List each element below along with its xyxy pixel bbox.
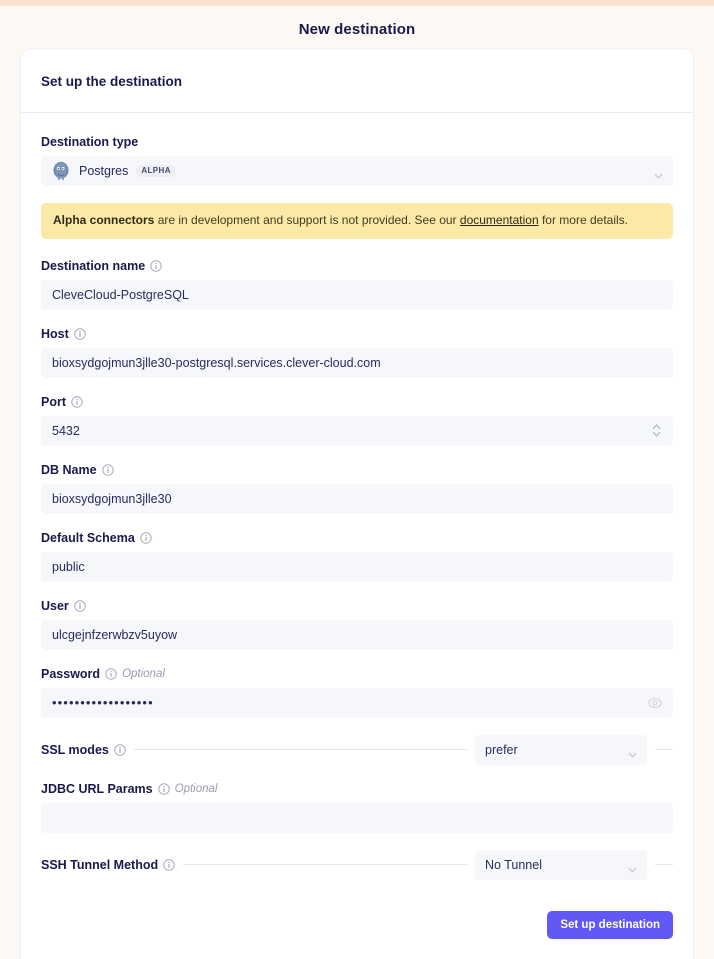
db-name-label-row: DB Name — [41, 463, 673, 477]
chevron-down-icon[interactable] — [654, 168, 663, 179]
ssl-modes-divider-tail — [655, 749, 673, 751]
info-icon[interactable] — [74, 327, 86, 340]
ssl-modes-select-wrap: prefer — [467, 734, 655, 765]
default-schema-input[interactable]: public — [41, 551, 673, 582]
number-stepper-icon[interactable] — [651, 422, 662, 439]
destination-name-label-row: Destination name — [41, 259, 673, 273]
destination-type-label-row: Destination type — [41, 135, 673, 149]
destination-type-field: Destination type Postgres ALPHA — [41, 135, 673, 186]
ssl-modes-selected-label: prefer — [485, 742, 518, 757]
default-schema-label: Default Schema — [41, 530, 135, 545]
jdbc-url-params-label: JDBC URL Params — [41, 781, 153, 796]
db-name-field: DB Name bioxsydgojmun3jlle30 — [41, 463, 673, 514]
db-name-input[interactable]: bioxsydgojmun3jlle30 — [41, 483, 673, 514]
alpha-banner-text-before: are in development and support is not pr… — [154, 213, 460, 227]
password-masked-value: •••••••••••••••••• — [52, 695, 154, 711]
destination-type-label: Destination type — [41, 135, 139, 149]
ssl-modes-divider — [133, 749, 467, 751]
port-value: 5432 — [52, 423, 80, 438]
password-label-row: Password Optional — [41, 667, 673, 681]
card-header-title: Set up the destination — [41, 74, 183, 89]
info-icon[interactable] — [74, 599, 86, 612]
destination-type-select[interactable]: Postgres ALPHA — [41, 156, 673, 186]
ssl-modes-label: SSL modes — [41, 742, 109, 757]
info-icon[interactable] — [150, 259, 162, 272]
set-up-destination-button[interactable]: Set up destination — [547, 910, 673, 939]
user-label-row: User — [41, 599, 673, 613]
destination-type-value-group: Postgres ALPHA — [51, 161, 646, 181]
ssl-modes-label-row: SSL modes — [41, 743, 134, 757]
ssh-tunnel-method-select-wrap: No Tunnel — [467, 849, 655, 880]
chevron-down-icon[interactable] — [628, 747, 637, 758]
info-icon[interactable] — [101, 463, 114, 476]
port-field: Port 5432 — [41, 395, 673, 446]
host-input[interactable]: bioxsydgojmun3jlle30-postgresql.services… — [41, 347, 673, 378]
password-input[interactable]: •••••••••••••••••• — [41, 687, 673, 718]
info-icon[interactable] — [157, 782, 170, 795]
eye-toggle-icon[interactable] — [648, 696, 662, 710]
password-optional-tag: Optional — [122, 667, 165, 680]
info-icon[interactable] — [163, 858, 175, 871]
db-name-value: bioxsydgojmun3jlle30 — [52, 491, 172, 506]
postgres-elephant-icon — [51, 161, 71, 181]
destination-name-input[interactable]: CleveCloud-PostgreSQL — [41, 279, 673, 310]
user-field: User ulcgejnfzerwbzv5uyow — [41, 599, 673, 650]
info-icon[interactable] — [71, 395, 83, 408]
default-schema-label-row: Default Schema — [41, 531, 673, 545]
ssh-tunnel-method-label: SSH Tunnel Method — [41, 857, 159, 872]
info-icon[interactable] — [114, 743, 126, 756]
ssh-tunnel-method-selected-label: No Tunnel — [485, 857, 542, 872]
info-icon[interactable] — [105, 667, 117, 680]
user-value: ulcgejnfzerwbzv5uyow — [52, 627, 178, 642]
jdbc-url-params-field: JDBC URL Params Optional — [41, 782, 673, 833]
password-label: Password — [41, 666, 101, 681]
card-footer: Set up destination — [21, 897, 693, 959]
setup-destination-card: Set up the destination Destination type — [21, 49, 693, 959]
port-input[interactable]: 5432 — [41, 415, 673, 446]
jdbc-url-params-label-row: JDBC URL Params Optional — [41, 782, 673, 796]
port-label: Port — [41, 394, 66, 409]
card-body: Destination type Postgres ALPHA Alpha co… — [21, 113, 693, 880]
ssh-tunnel-method-label-row: SSH Tunnel Method — [41, 858, 183, 872]
password-field: Password Optional •••••••••••••••••• — [41, 667, 673, 718]
alpha-badge: ALPHA — [136, 165, 176, 177]
host-value: bioxsydgojmun3jlle30-postgresql.services… — [52, 355, 381, 370]
documentation-link[interactable]: documentation — [460, 213, 539, 227]
destination-name-field: Destination name CleveCloud-PostgreSQL — [41, 259, 673, 310]
card-header: Set up the destination — [21, 49, 693, 113]
ssl-modes-select[interactable]: prefer — [475, 734, 647, 765]
jdbc-url-params-optional-tag: Optional — [174, 782, 218, 795]
db-name-label: DB Name — [41, 462, 97, 477]
destination-name-value: CleveCloud-PostgreSQL — [52, 287, 189, 302]
alpha-banner-strong: Alpha connectors — [53, 213, 155, 227]
ssh-tunnel-method-field: SSH Tunnel Method No Tunnel — [41, 849, 673, 880]
alpha-connectors-warning-banner: Alpha connectors are in development and … — [41, 203, 673, 239]
ssh-tunnel-method-divider-tail — [655, 864, 673, 866]
port-label-row: Port — [41, 395, 673, 409]
host-field: Host bioxsydgojmun3jlle30-postgresql.ser… — [41, 327, 673, 378]
default-schema-field: Default Schema public — [41, 531, 673, 582]
user-label: User — [41, 598, 69, 613]
alpha-banner-text-after: for more details. — [538, 213, 628, 227]
info-icon[interactable] — [140, 531, 152, 544]
destination-type-selected-label: Postgres — [79, 164, 129, 178]
top-accent-strip — [0, 0, 714, 6]
default-schema-value: public — [52, 559, 85, 574]
ssh-tunnel-method-divider — [183, 864, 467, 866]
destination-name-label: Destination name — [41, 258, 146, 273]
ssl-modes-field: SSL modes prefer — [41, 734, 673, 765]
chevron-down-icon[interactable] — [628, 862, 637, 873]
host-label-row: Host — [41, 327, 673, 341]
ssh-tunnel-method-select[interactable]: No Tunnel — [475, 849, 647, 880]
jdbc-url-params-input[interactable] — [41, 802, 673, 833]
user-input[interactable]: ulcgejnfzerwbzv5uyow — [41, 619, 673, 650]
host-label: Host — [41, 326, 69, 341]
